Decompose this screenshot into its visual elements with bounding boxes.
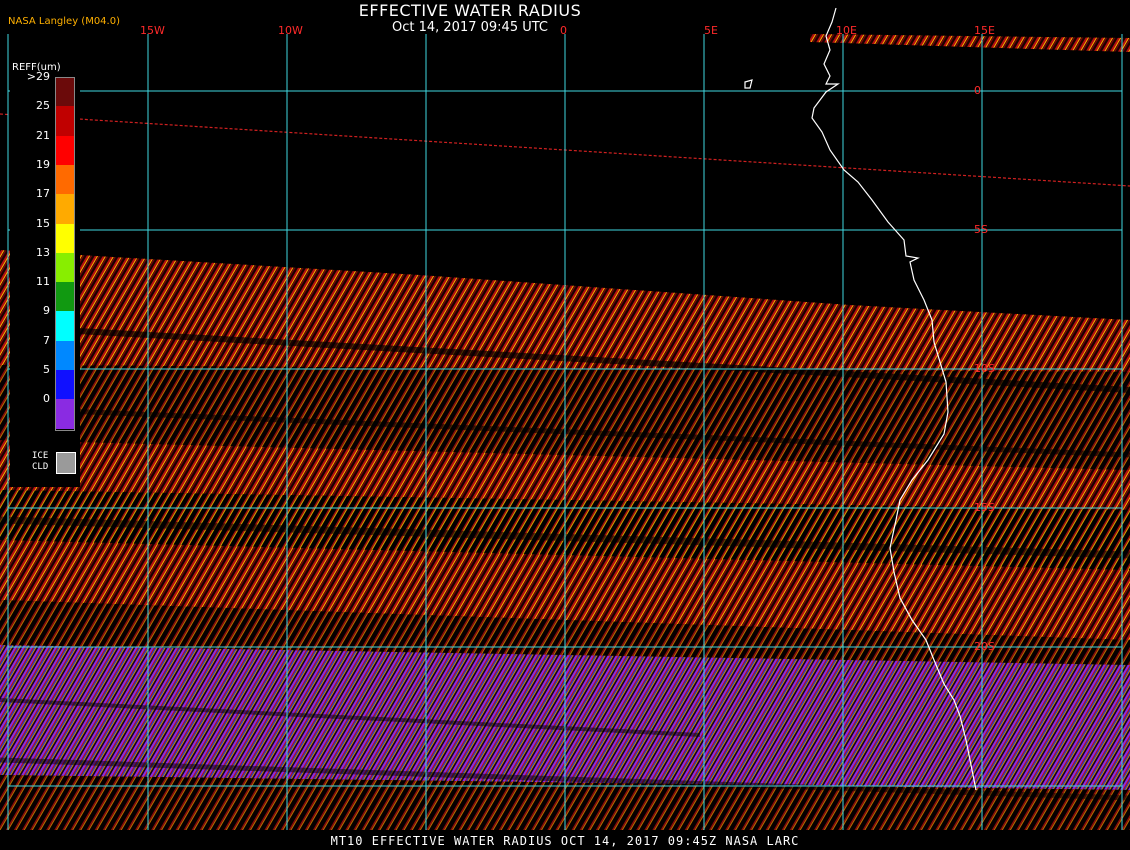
lon-label: 0 (560, 24, 567, 37)
lon-label: 10W (278, 24, 303, 37)
legend-label: >29 (26, 70, 50, 83)
lat-label: 20S (974, 640, 995, 653)
lon-label: 5E (704, 24, 718, 37)
map-title: EFFECTIVE WATER RADIUS (358, 1, 582, 20)
legend-label: 11 (36, 275, 50, 289)
legend-label: 0 (43, 392, 50, 406)
lon-label: 10E (836, 24, 857, 37)
legend-label: 19 (36, 157, 50, 171)
lon-label: 15W (140, 24, 165, 37)
lat-label: 0 (974, 84, 981, 97)
swath-top-right (810, 34, 1130, 52)
legend-label: 17 (36, 187, 50, 201)
legend-label: 13 (36, 245, 50, 259)
legend-label: 25 (36, 99, 50, 113)
legend-label: 15 (36, 216, 50, 230)
footer-caption: MT10 EFFECTIVE WATER RADIUS OCT 14, 2017… (330, 834, 800, 848)
ice-cloud-swatch (56, 452, 76, 474)
legend-label: 5 (43, 363, 50, 376)
lat-label: 15S (974, 501, 995, 514)
ice-label: ICE (32, 451, 49, 461)
lat-label: 5S (974, 223, 988, 236)
credit-label: NASA Langley (M04.0) (8, 16, 120, 27)
legend-bar-frame (55, 77, 75, 431)
cloud-label: CLD (32, 462, 49, 472)
lon-label: 15E (974, 24, 995, 37)
legend-label: 7 (43, 333, 50, 347)
legend-label: 9 (43, 304, 50, 318)
legend-label: 21 (36, 128, 50, 142)
satellite-map (0, 7, 1130, 830)
lat-label: 10S (974, 362, 995, 375)
